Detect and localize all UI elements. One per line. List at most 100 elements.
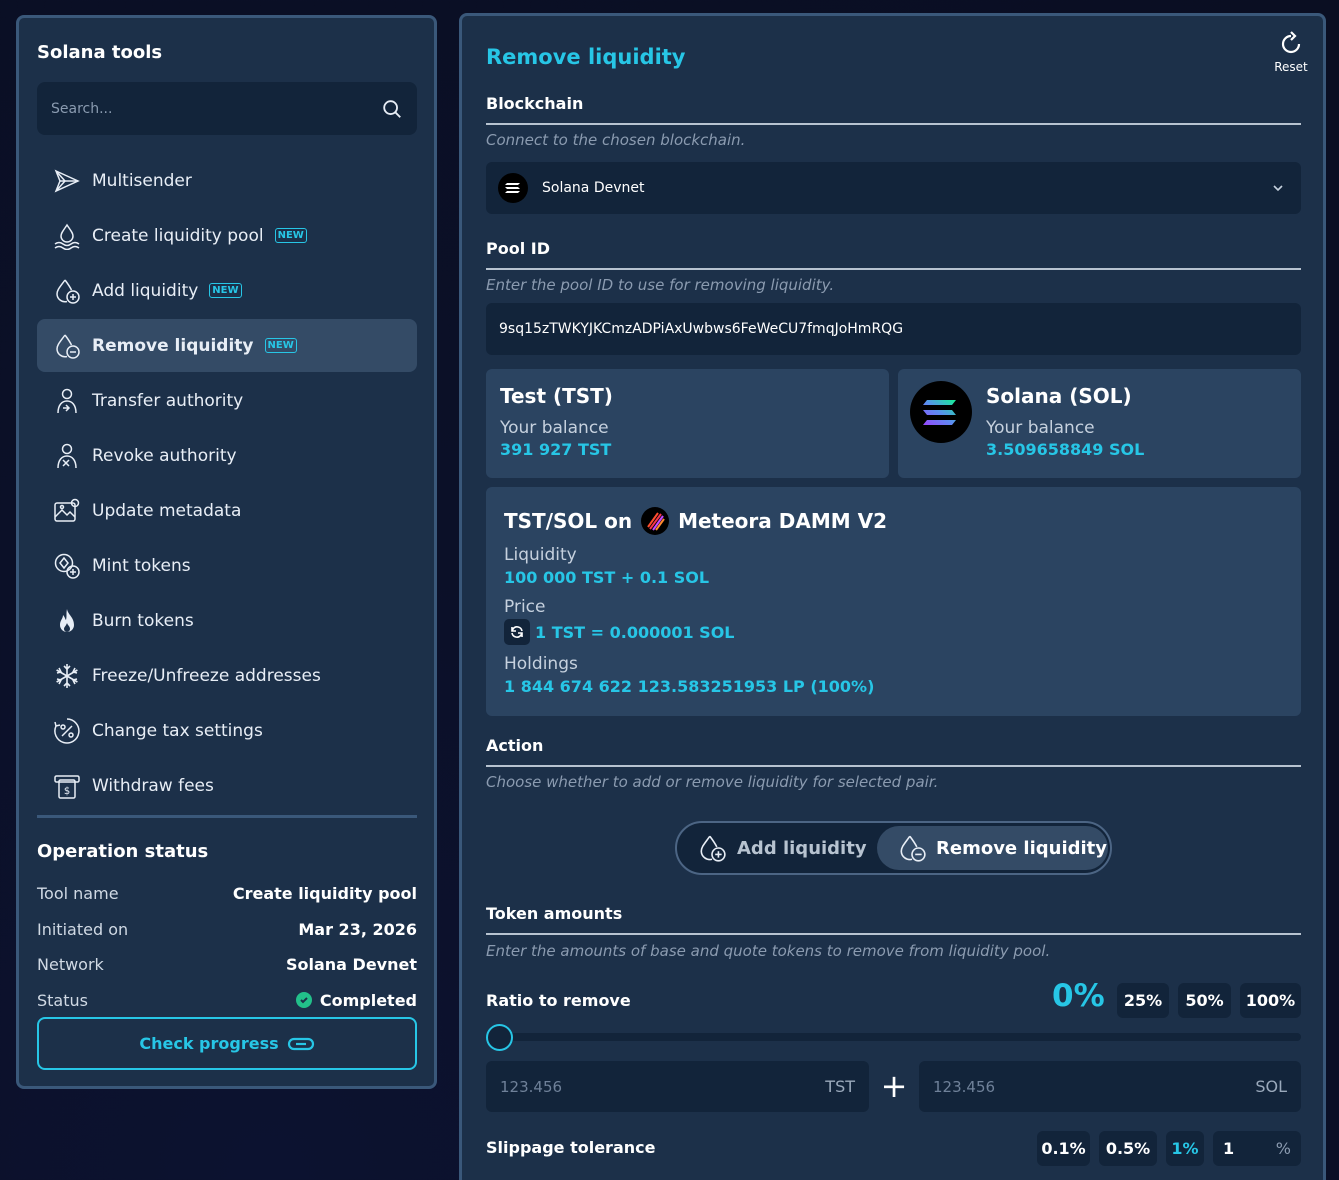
flame-icon	[60, 608, 74, 632]
sidebar-item-transfer-authority[interactable]: Transfer authority	[37, 374, 417, 427]
pool-info-card: TST/SOL on Meteora DAMM V2 Liquidity 100…	[486, 487, 1301, 716]
operation-status-list: Tool name Create liquidity pool Initiate…	[37, 876, 417, 1018]
pool-id-divider	[486, 268, 1301, 270]
operation-key: Tool name	[37, 884, 119, 904]
image-edit-icon	[54, 498, 80, 522]
ratio-value: 0%	[1052, 978, 1105, 1014]
remove-liquidity-option[interactable]: Remove liquidity	[877, 826, 1108, 870]
sidebar-item-revoke-authority[interactable]: Revoke authority	[37, 429, 417, 482]
drop-minus-icon	[56, 334, 80, 359]
pool-pair: TST/SOL on	[504, 509, 633, 533]
pool-id-heading: Pool ID	[486, 239, 550, 258]
operation-row-network: Network Solana Devnet	[37, 947, 417, 983]
new-badge: NEW	[209, 283, 242, 298]
check-progress-button[interactable]: Check progress	[37, 1017, 417, 1070]
operation-row-initiated-on: Initiated on Mar 23, 2026	[37, 912, 417, 948]
token-amounts-description: Enter the amounts of base and quote toke…	[486, 942, 1051, 960]
sidebar-item-remove-liquidity[interactable]: Remove liquidity NEW	[37, 319, 417, 372]
operation-key: Status	[37, 990, 88, 1010]
sidebar-item-burn-tokens[interactable]: Burn tokens	[37, 594, 417, 647]
chevron-down-icon	[1273, 185, 1283, 192]
token-amounts-heading: Token amounts	[486, 904, 623, 923]
base-amount-field: TST	[486, 1061, 869, 1112]
ratio-slider-thumb[interactable]	[486, 1024, 513, 1051]
sidebar-item-label: Burn tokens	[92, 610, 194, 631]
pool-icon	[54, 223, 80, 250]
ratio-preset-50[interactable]: 50%	[1178, 983, 1231, 1018]
coin-plus-icon	[54, 553, 80, 579]
remove-liquidity-label: Remove liquidity	[936, 837, 1107, 859]
token-a-card: Test (TST) Your balance 391 927 TST	[486, 369, 889, 478]
base-unit: TST	[825, 1077, 855, 1096]
sidebar-item-label: Add liquidity	[92, 280, 199, 301]
add-liquidity-label: Add liquidity	[737, 837, 867, 859]
price-value: 1 TST = 0.000001 SOL	[535, 622, 735, 642]
slippage-option-1[interactable]: 1%	[1166, 1131, 1204, 1166]
blockchain-value: Solana Devnet	[542, 180, 645, 196]
sidebar-item-label: Change tax settings	[92, 720, 263, 741]
search-input[interactable]	[37, 82, 417, 135]
sidebar-item-label: Withdraw fees	[92, 775, 214, 796]
main-panel: Remove liquidity Reset Blockchain Connec…	[459, 13, 1326, 1180]
status-value: Completed	[295, 990, 417, 1010]
sidebar-divider	[37, 815, 417, 818]
user-arrow-icon	[57, 388, 77, 413]
reset-button[interactable]: Reset	[1271, 31, 1311, 74]
token-b-name: Solana (SOL)	[986, 384, 1132, 408]
operation-key: Network	[37, 955, 104, 975]
ratio-preset-25[interactable]: 25%	[1117, 983, 1169, 1018]
swap-price-button[interactable]	[504, 619, 530, 645]
drop-plus-icon	[700, 835, 726, 862]
slippage-option-0-5[interactable]: 0.5%	[1099, 1131, 1157, 1166]
sidebar-panel: Solana tools Multisender Create liquidit…	[16, 15, 437, 1089]
snowflake-icon	[56, 663, 78, 688]
token-a-balance: 391 927 TST	[500, 440, 612, 459]
status-text: Completed	[319, 990, 417, 1010]
check-circle-icon	[295, 992, 312, 1009]
slippage-custom-input[interactable]: 1 %	[1213, 1131, 1301, 1166]
sidebar-item-create-liquidity-pool[interactable]: Create liquidity pool NEW	[37, 209, 417, 262]
base-amount-input[interactable]	[486, 1061, 869, 1112]
slippage-custom-unit: %	[1275, 1139, 1291, 1158]
percent-icon	[54, 717, 80, 744]
reset-icon	[1281, 31, 1301, 54]
reset-label: Reset	[1274, 60, 1308, 74]
meteora-logo-icon	[641, 507, 670, 535]
sidebar-item-change-tax-settings[interactable]: Change tax settings	[37, 704, 417, 757]
sidebar-item-withdraw-fees[interactable]: $ Withdraw fees	[37, 759, 417, 812]
token-b-card: Solana (SOL) Your balance 3.509658849 SO…	[898, 369, 1301, 478]
solana-logo-icon	[498, 173, 528, 203]
search-box	[37, 82, 417, 135]
sidebar-nav: Multisender Create liquidity pool NEW Ad…	[37, 154, 417, 814]
drop-plus-icon	[56, 279, 80, 304]
operation-row-status: Status Completed	[37, 983, 417, 1019]
page-title: Remove liquidity	[486, 45, 686, 69]
add-liquidity-option[interactable]: Add liquidity	[697, 826, 867, 870]
sidebar-item-freeze-unfreeze[interactable]: Freeze/Unfreeze addresses	[37, 649, 417, 702]
token-b-balance: 3.509658849 SOL	[986, 440, 1145, 459]
slippage-option-0-1[interactable]: 0.1%	[1037, 1131, 1090, 1166]
price-row: 1 TST = 0.000001 SOL	[504, 619, 735, 645]
token-a-balance-label: Your balance	[500, 418, 609, 438]
blockchain-select[interactable]: Solana Devnet	[486, 162, 1301, 214]
new-badge: NEW	[264, 338, 297, 353]
sidebar-item-label: Freeze/Unfreeze addresses	[92, 665, 321, 686]
action-toggle: Add liquidity Remove liquidity	[675, 821, 1112, 875]
sidebar-item-add-liquidity[interactable]: Add liquidity NEW	[37, 264, 417, 317]
operation-status-title: Operation status	[37, 841, 209, 862]
action-description: Choose whether to add or remove liquidit…	[486, 773, 939, 791]
operation-key: Initiated on	[37, 919, 129, 939]
sidebar-item-update-metadata[interactable]: Update metadata	[37, 484, 417, 537]
sidebar-item-label: Transfer authority	[92, 390, 244, 411]
sidebar-item-label: Remove liquidity	[92, 335, 254, 356]
cash-icon: $	[54, 774, 80, 799]
sidebar-item-multisender[interactable]: Multisender	[37, 154, 417, 207]
search-icon[interactable]	[381, 98, 403, 120]
ratio-preset-100[interactable]: 100%	[1240, 983, 1301, 1018]
ratio-slider-track[interactable]	[486, 1033, 1301, 1041]
quote-amount-input[interactable]	[919, 1061, 1301, 1112]
sidebar-item-label: Revoke authority	[92, 445, 237, 466]
refresh-icon	[511, 626, 523, 638]
sidebar-item-mint-tokens[interactable]: Mint tokens	[37, 539, 417, 592]
pool-id-input[interactable]: 9sq15zTWKYJKCmzADPiAxUwbws6FeWeCU7fmqJoH…	[486, 303, 1301, 355]
